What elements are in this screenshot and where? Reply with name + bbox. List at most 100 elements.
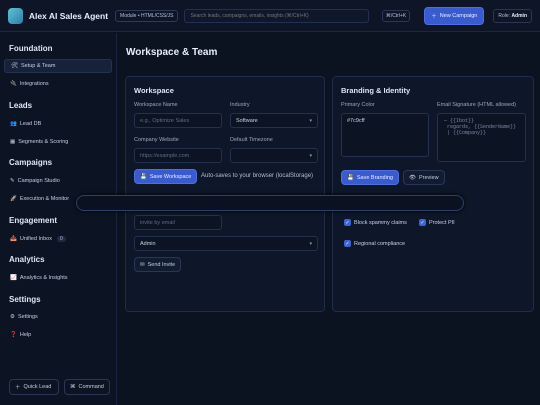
question-icon: ❓ <box>10 332 17 338</box>
primary-color-input[interactable]: #7c9cff <box>341 113 429 157</box>
inbox-icon: 📥 <box>10 236 17 242</box>
save-workspace-button[interactable]: 💾 Save Workspace <box>134 169 198 184</box>
signature-label: Email Signature (HTML allowed) <box>437 102 516 108</box>
sidebar-item-settings[interactable]: ⚙ Settings <box>4 310 112 324</box>
inbox-count-badge: 0 <box>56 236 66 242</box>
hammer-icon: 🛠 <box>11 63 18 69</box>
floppy-icon: 💾 <box>140 173 147 180</box>
search-input[interactable] <box>184 8 369 23</box>
command-icon: ⌘ <box>70 384 76 390</box>
industry-value: Software <box>236 117 258 124</box>
command-label: Command <box>78 384 104 390</box>
branding-card: Branding & Identity Primary Color #7c9cf… <box>332 76 534 312</box>
sidebar-item-label: Segments & Scoring <box>18 139 69 145</box>
section-settings: Settings <box>9 295 41 304</box>
app-logo <box>8 7 23 24</box>
module-pill: Module • HTML/CSS/JS <box>115 9 179 22</box>
sidebar-item-setup-team[interactable]: 🛠 Setup & Team <box>4 59 112 73</box>
gear-icon: ⚙ <box>10 314 15 320</box>
autosave-note: Auto-saves to your browser (localStorage… <box>201 173 314 179</box>
invite-role-value: Admin <box>140 240 156 247</box>
workspace-name-input[interactable]: e.g., Optimize Sales <box>134 113 222 128</box>
section-foundation: Foundation <box>9 44 53 53</box>
sidebar-item-analytics[interactable]: 📈 Analytics & Insights <box>4 271 112 285</box>
checkbox-label: Block spammy claims <box>354 219 407 226</box>
shortcut-hint: ⌘/Ctrl+K <box>381 9 411 22</box>
sidebar-item-integrations[interactable]: 🔌 Integrations <box>4 77 112 91</box>
regional-compliance-checkbox[interactable]: ✓ Regional compliance <box>344 240 405 247</box>
people-icon: 👥 <box>10 121 17 127</box>
protect-pii-checkbox[interactable]: ✓ Protect PII <box>419 219 455 226</box>
industry-select[interactable]: Software ▾ <box>230 113 318 128</box>
primary-color-label: Primary Color <box>341 102 375 108</box>
sidebar-item-label: Campaign Studio <box>17 178 60 184</box>
new-campaign-button[interactable]: ＋ New Campaign <box>424 6 485 25</box>
sidebar-item-label: Settings <box>17 314 38 320</box>
role-value: Admin <box>511 12 527 19</box>
website-input[interactable]: https://example.com <box>134 148 222 163</box>
pen-icon: ✎ <box>10 178 15 184</box>
plug-icon: 🔌 <box>10 81 17 87</box>
preview-label: Preview <box>418 174 439 181</box>
workspace-name-label: Workspace Name <box>134 102 178 108</box>
sidebar-item-campaign-studio[interactable]: ✎ Campaign Studio <box>4 174 112 188</box>
page-title: Workspace & Team <box>126 47 218 58</box>
role-selector[interactable]: Role: Admin <box>493 8 532 23</box>
sidebar-item-label: Unified Inbox <box>19 236 52 242</box>
checkmark-icon: ✓ <box>344 240 351 247</box>
sidebar: Foundation 🛠 Setup & Team 🔌 Integrations… <box>0 33 117 405</box>
invite-role-select[interactable]: Admin ▾ <box>134 236 318 251</box>
signature-textarea[interactable]: — {{Ibot}} regards, {{SenderName}} | {{C… <box>437 113 526 162</box>
website-label: Company Website <box>134 137 179 143</box>
section-engagement: Engagement <box>9 216 58 225</box>
new-campaign-label: New Campaign <box>439 12 478 19</box>
workspace-card-title: Workspace <box>134 86 174 95</box>
preview-button[interactable]: 👁 Preview <box>403 170 445 185</box>
website-placeholder: https://example.com <box>140 152 190 159</box>
sidebar-item-label: Integrations <box>19 81 49 87</box>
section-campaigns: Campaigns <box>9 158 53 167</box>
rocket-icon: 🚀 <box>10 196 17 202</box>
eye-icon: 👁 <box>409 174 416 181</box>
sidebar-item-label: Setup & Team <box>20 63 56 69</box>
save-branding-label: Save Branding <box>356 174 393 181</box>
sidebar-item-label: Help <box>19 332 32 338</box>
command-button[interactable]: ⌘ Command <box>64 379 110 395</box>
workspace-name-placeholder: e.g., Optimize Sales <box>140 117 190 124</box>
block-spammy-claims-checkbox[interactable]: ✓ Block spammy claims <box>344 219 407 226</box>
plus-icon: ＋ <box>431 13 437 20</box>
main-content: Workspace & Team Workspace Workspace Nam… <box>118 33 540 405</box>
save-branding-button[interactable]: 💾 Save Branding <box>341 170 399 185</box>
send-invite-button[interactable]: ✉ Send Invite <box>134 257 182 272</box>
top-bar: Alex AI Sales Agent Module • HTML/CSS/JS… <box>0 0 540 32</box>
checkbox-label: Protect PII <box>429 219 455 226</box>
sidebar-item-lead-db[interactable]: 👥 Lead DB <box>4 117 112 131</box>
save-workspace-label: Save Workspace <box>149 173 192 180</box>
branding-card-title: Branding & Identity <box>341 86 411 95</box>
invite-email-input[interactable]: invite by email <box>134 215 222 230</box>
mail-icon: ✉ <box>140 261 145 268</box>
checkbox-label: Regional compliance <box>354 240 406 247</box>
sidebar-item-unified-inbox[interactable]: 📥 Unified Inbox 0 <box>4 232 112 246</box>
chart-icon: 📈 <box>10 275 17 281</box>
quick-lead-label: Quick Lead <box>23 384 52 390</box>
section-leads: Leads <box>9 101 33 110</box>
chevron-down-icon: ▾ <box>309 153 312 159</box>
sidebar-item-label: Execution & Monitor <box>19 196 70 202</box>
industry-label: Industry <box>230 102 250 108</box>
chevron-down-icon: ▾ <box>309 241 312 247</box>
workspace-card: Workspace Workspace Name e.g., Optimize … <box>125 76 325 312</box>
sidebar-item-label: Lead DB <box>19 121 42 127</box>
checkmark-icon: ✓ <box>419 219 426 226</box>
app-title: Alex AI Sales Agent <box>28 10 109 21</box>
quick-lead-button[interactable]: ＋ Quick Lead <box>9 379 59 395</box>
section-analytics: Analytics <box>9 255 45 264</box>
toast-notification <box>76 195 464 211</box>
sidebar-item-segments[interactable]: ▦ Segments & Scoring <box>4 135 112 149</box>
timezone-select[interactable]: ▾ <box>230 148 318 163</box>
sidebar-item-help[interactable]: ❓ Help <box>4 328 112 342</box>
timezone-label: Default Timezone <box>230 137 273 143</box>
role-label: Role: <box>498 12 511 19</box>
plus-icon: ＋ <box>15 385 21 391</box>
floppy-icon: 💾 <box>347 174 354 181</box>
